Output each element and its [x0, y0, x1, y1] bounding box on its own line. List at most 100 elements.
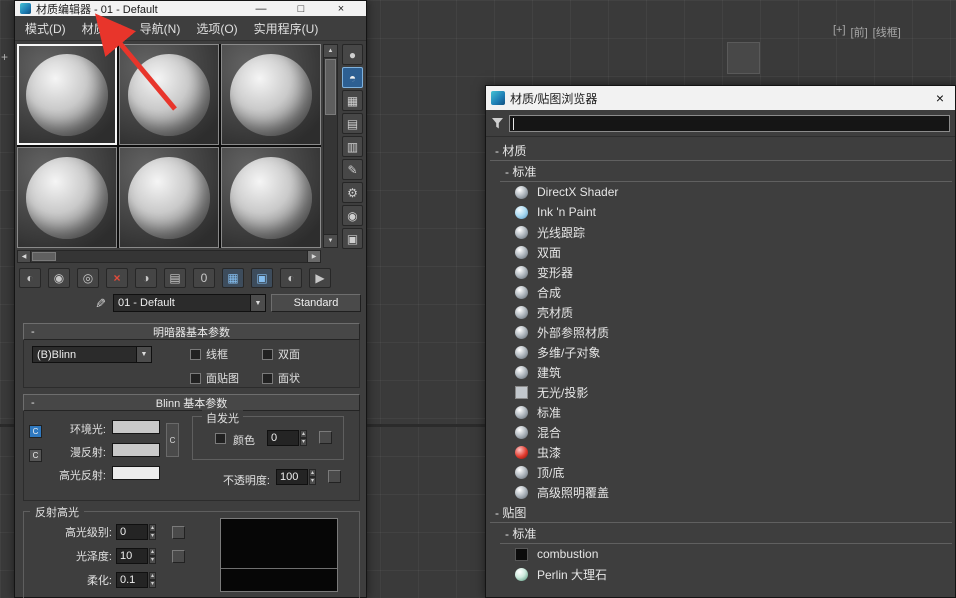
- make-preview-icon[interactable]: ✎: [342, 159, 363, 180]
- checkbox-box[interactable]: [190, 373, 201, 384]
- opacity-map-button[interactable]: [328, 470, 341, 483]
- vertical-scroll-thumb[interactable]: [325, 59, 336, 115]
- material-list-item[interactable]: 合成: [490, 282, 952, 302]
- spinner-up-icon[interactable]: ▴: [300, 430, 307, 438]
- backlight-icon[interactable]: ◓: [342, 67, 363, 88]
- shader-checkbox[interactable]: 面贴图: [190, 370, 262, 386]
- go-to-parent-icon[interactable]: ◐: [280, 268, 302, 288]
- material-sample-slot[interactable]: [119, 44, 219, 145]
- material-list-item[interactable]: 虫漆: [490, 442, 952, 462]
- spinner-down-icon[interactable]: ▾: [149, 532, 156, 540]
- filter-funnel-icon[interactable]: [491, 117, 504, 130]
- self-illumination-value[interactable]: 0: [267, 430, 299, 446]
- sample-uv-tiling-icon[interactable]: ▤: [342, 113, 363, 134]
- viewport-view-menu[interactable]: [前]: [851, 24, 868, 40]
- material-type-button[interactable]: Standard: [271, 294, 361, 312]
- diffuse-color-swatch[interactable]: [112, 443, 160, 457]
- material-list-item[interactable]: 无光/投影: [490, 382, 952, 402]
- checkbox-box[interactable]: [262, 373, 273, 384]
- highlight-row-value[interactable]: 0: [116, 524, 148, 540]
- spinner-down-icon[interactable]: ▾: [309, 477, 316, 485]
- get-material-icon[interactable]: ◐: [19, 268, 41, 288]
- chevron-down-icon[interactable]: ▼: [136, 347, 151, 362]
- spinner-down-icon[interactable]: ▾: [300, 438, 307, 446]
- material-list-item[interactable]: 外部参照材质: [490, 322, 952, 342]
- lock-diffuse-specular-icon[interactable]: C: [29, 449, 42, 462]
- materials-group-header[interactable]: - 材质: [490, 140, 952, 161]
- spinner-up-icon[interactable]: ▴: [149, 524, 156, 532]
- minimize-button[interactable]: —: [241, 3, 281, 15]
- close-button[interactable]: ×: [321, 3, 361, 15]
- scroll-down-icon[interactable]: ▼: [324, 234, 337, 247]
- material-id-channel-icon[interactable]: 0: [193, 268, 215, 288]
- map-list-item[interactable]: combustion: [490, 544, 952, 564]
- spinner-up-icon[interactable]: ▴: [149, 572, 156, 580]
- material-map-navigator-icon[interactable]: ▣: [342, 228, 363, 249]
- material-sample-slot[interactable]: [221, 44, 321, 145]
- viewport-plus-menu[interactable]: [+]: [833, 24, 846, 40]
- scroll-right-icon[interactable]: ▶: [307, 251, 320, 262]
- specular-color-swatch[interactable]: [112, 466, 160, 480]
- spinner-up-icon[interactable]: ▴: [149, 548, 156, 556]
- checkbox-box[interactable]: [262, 349, 273, 360]
- menu-utilities[interactable]: 实用程序(U): [246, 17, 327, 40]
- material-list-item[interactable]: 多维/子对象: [490, 342, 952, 362]
- material-list-item[interactable]: 光线跟踪: [490, 222, 952, 242]
- assign-material-to-selection-icon[interactable]: ◎: [77, 268, 99, 288]
- material-list-item[interactable]: 顶/底: [490, 462, 952, 482]
- material-list-item[interactable]: 建筑: [490, 362, 952, 382]
- material-sample-slot[interactable]: [17, 147, 117, 248]
- editor-titlebar[interactable]: 材质编辑器 - 01 - Default — □ ×: [15, 1, 366, 16]
- maps-group-header[interactable]: - 贴图: [490, 502, 952, 523]
- reset-material-icon[interactable]: ×: [106, 268, 128, 288]
- opacity-value[interactable]: 100: [276, 469, 308, 485]
- sample-type-icon[interactable]: ●: [342, 44, 363, 65]
- go-forward-to-sibling-icon[interactable]: ▶: [309, 268, 331, 288]
- maximize-button[interactable]: □: [281, 3, 321, 15]
- put-material-to-scene-icon[interactable]: ◉: [48, 268, 70, 288]
- scroll-left-icon[interactable]: ◀: [18, 251, 31, 262]
- materials-standard-subheader[interactable]: - 标准: [500, 161, 952, 182]
- lock-map-icon[interactable]: C: [166, 423, 179, 457]
- material-list-item[interactable]: 壳材质: [490, 302, 952, 322]
- material-list-item[interactable]: 双面: [490, 242, 952, 262]
- samples-horizontal-scrollbar[interactable]: ◀ ▶: [17, 250, 321, 263]
- maps-standard-subheader[interactable]: - 标准: [500, 523, 952, 544]
- material-name-dropdown[interactable]: 01 - Default ▼: [113, 294, 266, 312]
- highlight-map-button[interactable]: [172, 526, 185, 539]
- material-list-item[interactable]: 高级照明覆盖: [490, 482, 952, 502]
- material-sample-slot[interactable]: [221, 147, 321, 248]
- horizontal-scroll-thumb[interactable]: [32, 252, 56, 261]
- material-list-item[interactable]: DirectX Shader: [490, 182, 952, 202]
- map-list-item[interactable]: Perlin 大理石: [490, 564, 952, 584]
- put-to-library-icon[interactable]: ▤: [164, 268, 186, 288]
- menu-options[interactable]: 选项(O): [188, 17, 245, 40]
- ambient-color-swatch[interactable]: [112, 420, 160, 434]
- material-list-item[interactable]: 混合: [490, 422, 952, 442]
- spinner-down-icon[interactable]: ▾: [149, 556, 156, 564]
- material-sample-slot[interactable]: [119, 147, 219, 248]
- lock-ambient-diffuse-icon[interactable]: C: [29, 425, 42, 438]
- chevron-down-icon[interactable]: ▼: [250, 295, 265, 311]
- highlight-map-button[interactable]: [172, 550, 185, 563]
- material-list-item[interactable]: Ink 'n Paint: [490, 202, 952, 222]
- options-icon[interactable]: ⚙: [342, 182, 363, 203]
- shader-basic-rollout-header[interactable]: - 明暗器基本参数: [23, 323, 360, 340]
- shader-checkbox[interactable]: 面状: [262, 370, 334, 386]
- material-list-item[interactable]: 变形器: [490, 262, 952, 282]
- shader-checkbox[interactable]: 双面: [262, 346, 334, 362]
- highlight-row-value[interactable]: 0.1: [116, 572, 148, 588]
- spinner-up-icon[interactable]: ▴: [309, 469, 316, 477]
- background-icon[interactable]: ▦: [342, 90, 363, 111]
- make-material-copy-icon[interactable]: ◑: [135, 268, 157, 288]
- viewport-shading-menu[interactable]: [线框]: [873, 24, 901, 40]
- close-icon[interactable]: ×: [930, 90, 950, 106]
- samples-vertical-scrollbar[interactable]: ▲ ▼: [323, 44, 338, 248]
- show-map-in-viewport-icon[interactable]: ▦: [222, 268, 244, 288]
- video-color-check-icon[interactable]: ▥: [342, 136, 363, 157]
- shader-type-dropdown[interactable]: (B)Blinn ▼: [32, 346, 152, 363]
- blinn-basic-rollout-header[interactable]: - Blinn 基本参数: [23, 394, 360, 411]
- material-sample-slot[interactable]: [17, 44, 117, 145]
- menu-navigation[interactable]: 导航(N): [132, 17, 189, 40]
- spinner-down-icon[interactable]: ▾: [149, 580, 156, 588]
